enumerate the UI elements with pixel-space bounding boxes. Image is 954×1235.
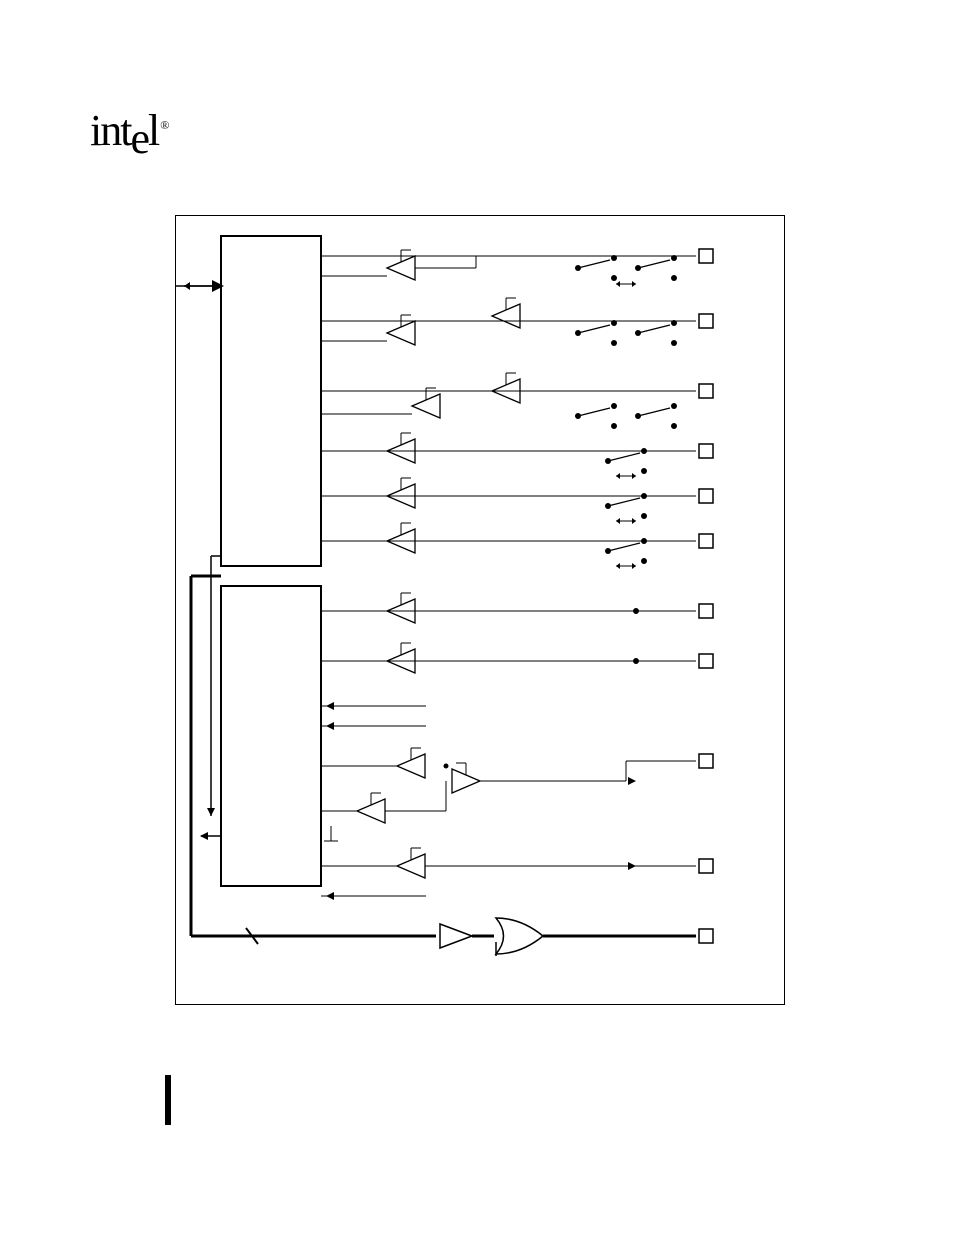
row-p22	[321, 523, 713, 569]
timer1-block	[221, 586, 321, 886]
timer0-block	[221, 236, 321, 566]
row-p23	[321, 478, 713, 524]
diagram-svg	[176, 216, 786, 1006]
row-p21	[321, 593, 713, 623]
logo-text: intel	[90, 106, 158, 163]
row-p25	[321, 373, 713, 429]
reset-path	[191, 576, 713, 956]
page-root: intel®	[0, 0, 954, 1235]
change-bar	[165, 1075, 171, 1125]
row-int4	[321, 748, 713, 793]
row-int5	[321, 848, 713, 878]
row-p24	[321, 433, 713, 479]
row-int4b	[321, 781, 446, 841]
row-p20	[321, 643, 713, 673]
row-p27	[321, 249, 713, 287]
registered-mark: ®	[160, 118, 167, 132]
intel-logo: intel®	[90, 105, 167, 156]
diagram-frame	[175, 215, 785, 1005]
row-p26	[321, 298, 713, 346]
